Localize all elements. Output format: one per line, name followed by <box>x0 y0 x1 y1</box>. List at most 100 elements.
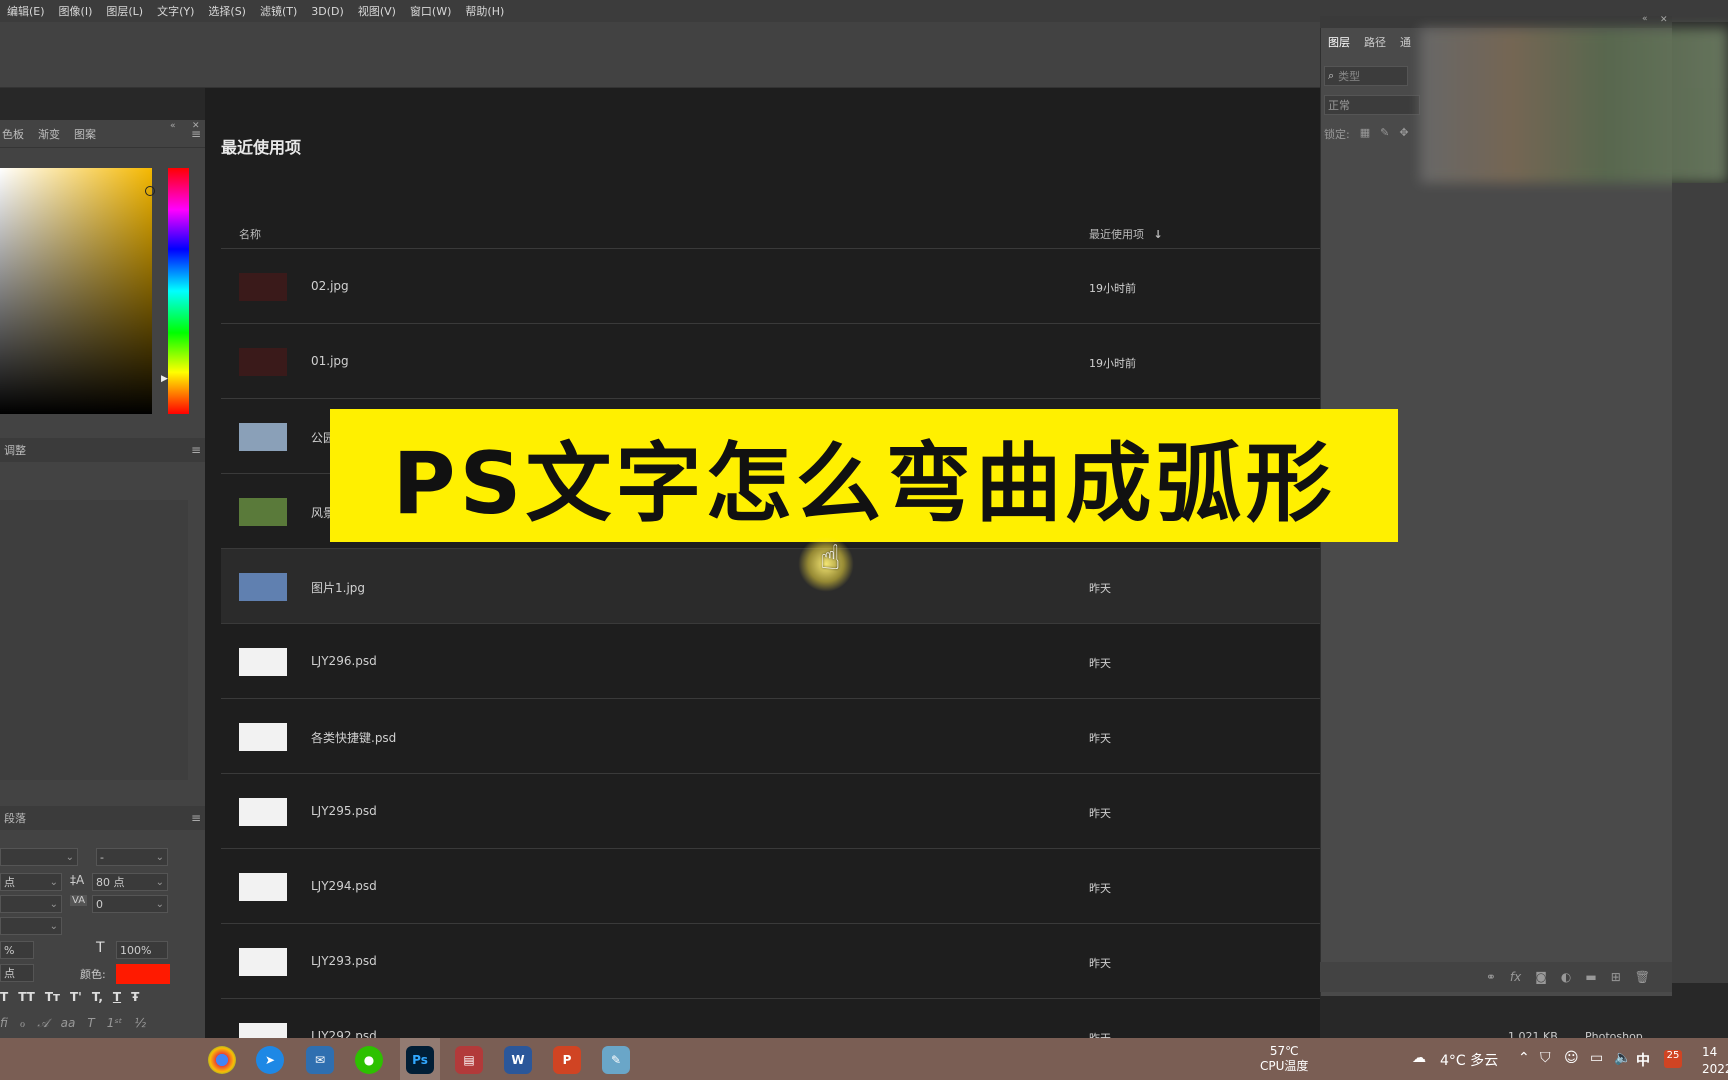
baseline-field[interactable]: 点 <box>0 964 34 982</box>
weather-text[interactable]: 4°C 多云 <box>1440 1050 1498 1070</box>
vertical-scale-select[interactable]: ⌄ <box>0 917 62 935</box>
font-style-select[interactable]: - ⌄ <box>96 848 168 866</box>
file-row[interactable]: LJY294.psd 昨天 <box>221 849 1320 924</box>
tab-paragraph[interactable]: 段落 <box>4 810 26 826</box>
file-row[interactable]: 02.jpg 19小时前 <box>221 249 1320 324</box>
menu-item[interactable]: 窗口(W) <box>403 3 458 19</box>
hue-slider-handle[interactable]: ▶ <box>161 374 168 384</box>
file-row[interactable]: 01.jpg 19小时前 <box>221 324 1320 399</box>
format-underline-button[interactable]: T <box>113 990 121 1004</box>
word-icon[interactable]: W <box>504 1046 532 1074</box>
tab-adjustments[interactable]: 调整 <box>4 442 26 458</box>
mail-icon[interactable]: ✉ <box>306 1046 334 1074</box>
text-color-swatch[interactable] <box>116 964 170 984</box>
lock-brush-icon[interactable]: ✎ <box>1380 126 1389 142</box>
font-family-select[interactable]: ⌄ <box>0 848 78 866</box>
tab-patterns[interactable]: 图案 <box>74 126 96 142</box>
add-mask-icon[interactable]: ◙ <box>1535 970 1547 984</box>
column-header-name[interactable]: 名称 <box>239 226 261 242</box>
powerpoint-icon[interactable]: P <box>553 1046 581 1074</box>
oldstyle-icon[interactable]: ℴ <box>20 1016 26 1031</box>
swash-icon[interactable]: 𝒜 <box>37 1016 48 1031</box>
shield-icon[interactable]: ⛉ <box>1540 1050 1551 1066</box>
ligature-icon[interactable]: fi <box>0 1016 8 1031</box>
lock-move-icon[interactable]: ✥ <box>1399 126 1408 142</box>
winrar-icon[interactable]: ▤ <box>455 1046 483 1074</box>
panel-menu-icon[interactable]: ≡ <box>191 811 201 825</box>
format-allcaps-button[interactable]: TT <box>18 990 35 1004</box>
delete-layer-icon[interactable]: 🗑 <box>1635 970 1650 984</box>
clock[interactable]: 14 2022 <box>1702 1044 1728 1078</box>
photoshop-icon[interactable]: Ps <box>406 1046 434 1074</box>
new-layer-icon[interactable]: ⊞ <box>1611 970 1621 984</box>
color-field[interactable] <box>0 168 152 414</box>
file-thumbnail <box>239 723 287 751</box>
adjustment-layer-icon[interactable]: ◐ <box>1561 970 1571 984</box>
blend-mode-select[interactable]: 正常 <box>1324 95 1420 115</box>
layer-filter-field[interactable]: ⌕ 类型 <box>1324 66 1408 86</box>
kerning-field[interactable]: ⌄ <box>0 895 62 913</box>
alternates-icon[interactable]: aa <box>61 1016 76 1031</box>
format-subscript-button[interactable]: T, <box>92 990 103 1004</box>
sort-arrow-icon: ↓ <box>1153 228 1163 241</box>
fx-icon[interactable]: fx <box>1510 970 1521 984</box>
weather-cloud-icon[interactable]: ☁ <box>1412 1050 1426 1066</box>
file-row[interactable]: LJY295.psd 昨天 <box>221 774 1320 849</box>
tab-paths[interactable]: 路径 <box>1364 34 1386 50</box>
file-name: LJY295.psd <box>311 804 377 818</box>
menu-item[interactable]: 文字(Y) <box>150 3 201 19</box>
format-bold-button[interactable]: T <box>0 990 8 1004</box>
menu-item[interactable]: 图像(I) <box>52 3 100 19</box>
file-row[interactable]: LJY296.psd 昨天 <box>221 624 1320 699</box>
collapse-icon[interactable]: « <box>170 121 176 131</box>
fraction-icon[interactable]: ½ <box>134 1016 146 1031</box>
cpu-temp-widget[interactable]: 57℃ CPU温度 <box>1260 1044 1308 1074</box>
file-row[interactable]: 各类快捷键.psd 昨天 <box>221 699 1320 774</box>
wechat-icon[interactable]: ● <box>355 1046 383 1074</box>
tab-swatches[interactable]: 色板 <box>2 126 24 142</box>
vertical-scale-field[interactable]: % <box>0 941 34 959</box>
color-picker-ring[interactable] <box>145 186 155 196</box>
ordinal-icon[interactable]: 1ˢᵗ <box>107 1016 123 1031</box>
close-icon[interactable]: ✕ <box>1660 15 1668 25</box>
tab-channels[interactable]: 通 <box>1400 34 1411 50</box>
link-layers-icon[interactable]: ⚭ <box>1486 970 1496 984</box>
lock-transparency-icon[interactable]: ▦ <box>1360 126 1370 142</box>
file-row[interactable]: 图片1.jpg 昨天 <box>221 549 1320 624</box>
tab-gradients[interactable]: 渐变 <box>38 126 60 142</box>
tracking-field[interactable]: 0 ⌄ <box>92 895 168 913</box>
column-header-recent[interactable]: 最近使用项 ↓ <box>1089 226 1163 242</box>
app-tray-icon[interactable]: 25 <box>1664 1050 1682 1068</box>
user-tray-icon[interactable]: ☺ <box>1564 1050 1579 1066</box>
hue-slider[interactable] <box>168 168 189 414</box>
feishu-icon[interactable]: ➤ <box>256 1046 284 1074</box>
menu-item[interactable]: 滤镜(T) <box>253 3 304 19</box>
notepad-icon[interactable]: ✎ <box>602 1046 630 1074</box>
format-smallcaps-button[interactable]: Tт <box>45 990 60 1004</box>
chrome-icon[interactable] <box>208 1046 236 1074</box>
menu-item[interactable]: 图层(L) <box>99 3 150 19</box>
menu-item[interactable]: 帮助(H) <box>458 3 511 19</box>
font-size-field[interactable]: 点 ⌄ <box>0 873 62 891</box>
tab-layers[interactable]: 图层 <box>1328 34 1350 50</box>
menu-item[interactable]: 编辑(E) <box>0 3 52 19</box>
menu-item[interactable]: 3D(D) <box>304 5 351 18</box>
volume-icon[interactable]: 🔈 <box>1614 1050 1631 1066</box>
menu-item[interactable]: 视图(V) <box>351 3 403 19</box>
close-icon[interactable]: ✕ <box>192 121 200 131</box>
panel-menu-icon[interactable]: ≡ <box>191 443 201 457</box>
blurred-overlay <box>1420 28 1728 183</box>
network-icon[interactable]: ▭ <box>1590 1050 1603 1066</box>
collapse-icon[interactable]: « <box>1642 14 1648 24</box>
horizontal-scale-field[interactable]: 100% <box>116 941 168 959</box>
file-row[interactable]: LJY293.psd 昨天 <box>221 924 1320 999</box>
new-group-icon[interactable]: ▬ <box>1585 970 1596 984</box>
leading-field[interactable]: 80 点 ⌄ <box>92 873 168 891</box>
titling-icon[interactable]: T <box>87 1016 94 1031</box>
horizontal-scale-value: 100% <box>120 943 152 957</box>
ime-indicator[interactable]: 中 <box>1636 1050 1650 1070</box>
chevron-up-icon[interactable]: ⌃ <box>1518 1050 1530 1066</box>
format-strikethrough-button[interactable]: Ŧ <box>131 990 139 1004</box>
format-superscript-button[interactable]: T' <box>70 990 82 1004</box>
menu-item[interactable]: 选择(S) <box>201 3 253 19</box>
